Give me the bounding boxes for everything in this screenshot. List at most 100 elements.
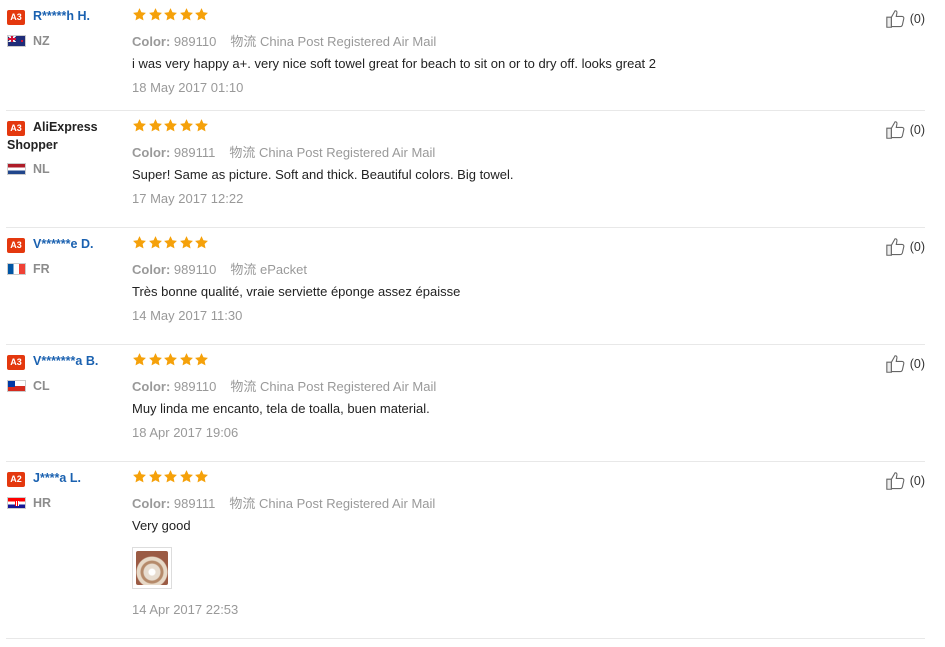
helpful-button[interactable]: (0) <box>884 470 925 492</box>
star-icon <box>194 235 209 250</box>
review-text: Super! Same as picture. Soft and thick. … <box>132 167 514 182</box>
rating-stars <box>132 469 210 484</box>
level-badge: A3 <box>7 355 25 370</box>
towel-photo <box>136 551 168 585</box>
review-item: A3 V*******a B. CL Color: 989110 物流 China … <box>6 345 925 462</box>
helpful-button[interactable]: (0) <box>884 353 925 375</box>
flag-hr-icon <box>7 497 26 509</box>
review-item: A3 R*****h H. NZ Color: 989110 物流 China Po… <box>6 0 925 111</box>
reviewer-name[interactable]: R*****h H. <box>33 9 90 23</box>
level-badge: A3 <box>7 238 25 253</box>
level-badge: A3 <box>7 121 25 136</box>
star-icon <box>163 118 178 133</box>
helpful-button[interactable]: (0) <box>884 236 925 258</box>
thumbs-up-icon <box>884 236 908 258</box>
review-meta: Color: 989110 物流 ePacket <box>132 262 307 277</box>
shipping-method: ePacket <box>259 262 307 277</box>
review-item: A3 AliExpress Shopper NL Color: 989111 物流 … <box>6 111 925 228</box>
review-list: A3 R*****h H. NZ Color: 989110 物流 China Po… <box>0 0 945 639</box>
star-icon <box>132 352 147 367</box>
reviewer-country: NL <box>7 162 125 176</box>
review-text: i was very happy a+. very nice soft towe… <box>132 56 656 71</box>
reviewer-country: HR <box>7 496 125 510</box>
star-icon <box>148 118 163 133</box>
star-icon <box>179 352 194 367</box>
shipping-method: China Post Registered Air Mail <box>259 496 436 511</box>
color-value: 989110 <box>173 262 217 277</box>
star-icon <box>163 469 178 484</box>
review-meta: Color: 989111 物流 China Post Registered Ai… <box>132 145 436 160</box>
review-meta: Color: 989110 物流 China Post Registered Ai… <box>132 379 437 394</box>
reviewer-info: A3 V******e D. FR <box>7 228 125 276</box>
rating-stars <box>132 118 210 133</box>
star-icon <box>163 7 178 22</box>
rating-stars <box>132 7 210 22</box>
reviewer-name[interactable]: J****a L. <box>33 471 81 485</box>
review-item: A3 V******e D. FR Color: 989110 物流 ePacket… <box>6 228 925 345</box>
star-icon <box>179 235 194 250</box>
level-badge: A2 <box>7 472 25 487</box>
reviewer-name[interactable]: V******e D. <box>33 237 93 251</box>
reviewer-country: FR <box>7 262 125 276</box>
thumbs-up-icon <box>884 119 908 141</box>
shipping-method: China Post Registered Air Mail <box>259 145 436 160</box>
review-text: Muy linda me encanto, tela de toalla, bu… <box>132 401 430 416</box>
helpful-count: (0) <box>909 123 925 137</box>
star-icon <box>194 118 209 133</box>
review-date: 14 Apr 2017 22:53 <box>132 602 239 617</box>
star-icon <box>163 352 178 367</box>
star-icon <box>148 469 163 484</box>
star-icon <box>179 469 194 484</box>
star-icon <box>194 469 209 484</box>
reviewer-name[interactable]: AliExpress <box>33 120 98 134</box>
review-photo-thumbnail[interactable] <box>132 547 172 589</box>
helpful-count: (0) <box>909 474 925 488</box>
country-code: NZ <box>33 34 50 48</box>
level-badge: A3 <box>7 10 25 25</box>
helpful-count: (0) <box>909 240 925 254</box>
country-code: NL <box>33 162 50 176</box>
color-value: 989110 <box>173 34 217 49</box>
review-date: 18 May 2017 01:10 <box>132 80 244 95</box>
review-meta: Color: 989110 物流 China Post Registered Ai… <box>132 34 437 49</box>
reviewer-country: CL <box>7 379 125 393</box>
star-icon <box>132 469 147 484</box>
reviewer-name[interactable]: V*******a B. <box>33 354 98 368</box>
helpful-count: (0) <box>909 12 925 26</box>
star-icon <box>132 7 147 22</box>
reviewer-info: A3 V*******a B. CL <box>7 345 125 393</box>
shipping-method: China Post Registered Air Mail <box>259 34 437 49</box>
review-date: 14 May 2017 11:30 <box>132 308 243 323</box>
country-code: FR <box>33 262 50 276</box>
color-value: 989111 <box>173 496 216 511</box>
shipping-method: China Post Registered Air Mail <box>259 379 437 394</box>
flag-nz-icon <box>7 35 26 47</box>
review-text: Very good <box>132 518 191 533</box>
star-icon <box>132 235 147 250</box>
star-icon <box>194 352 209 367</box>
reviewer-info: A3 AliExpress Shopper NL <box>7 111 125 176</box>
reviewer-info: A2 J****a L. HR <box>7 462 125 510</box>
star-icon <box>179 7 194 22</box>
rating-stars <box>132 235 210 250</box>
reviewer-country: NZ <box>7 34 125 48</box>
country-code: HR <box>33 496 52 510</box>
helpful-button[interactable]: (0) <box>884 119 925 141</box>
flag-cl-icon <box>7 380 26 392</box>
rating-stars <box>132 352 210 367</box>
star-icon <box>148 235 163 250</box>
star-icon <box>179 118 194 133</box>
review-meta: Color: 989111 物流 China Post Registered Ai… <box>132 496 436 511</box>
thumbs-up-icon <box>884 8 908 30</box>
star-icon <box>148 352 163 367</box>
review-date: 17 May 2017 12:22 <box>132 191 244 206</box>
flag-fr-icon <box>7 263 26 275</box>
review-date: 18 Apr 2017 19:06 <box>132 425 239 440</box>
star-icon <box>163 235 178 250</box>
star-icon <box>194 7 209 22</box>
color-value: 989110 <box>173 379 217 394</box>
helpful-count: (0) <box>909 357 925 371</box>
helpful-button[interactable]: (0) <box>884 8 925 30</box>
thumbs-up-icon <box>884 470 908 492</box>
thumbs-up-icon <box>884 353 908 375</box>
